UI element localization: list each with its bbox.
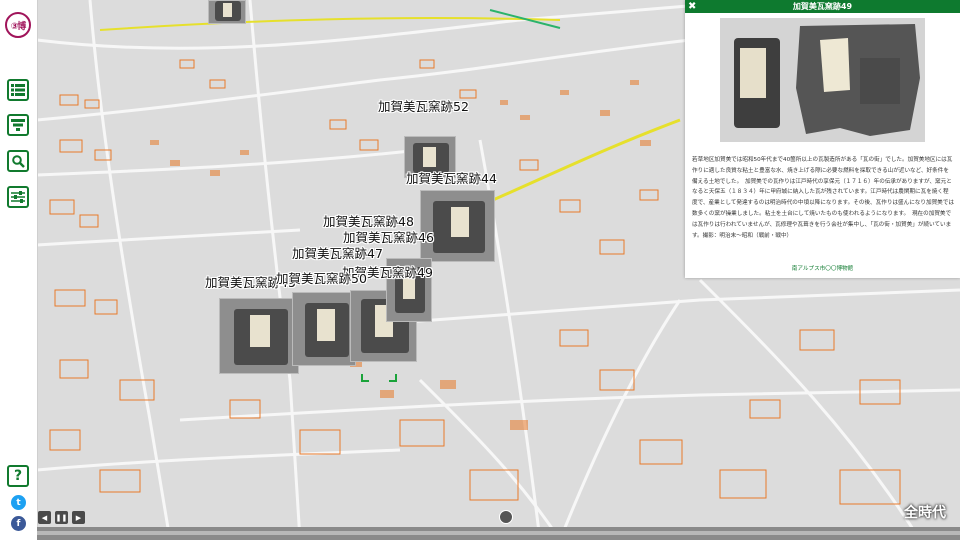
panel-credit[interactable]: 南アルプス市〇〇博物館 xyxy=(685,264,960,272)
help-button[interactable]: ? xyxy=(7,465,29,487)
help-icon: ? xyxy=(13,468,23,484)
roof-tile-photo xyxy=(720,18,925,142)
marker-thumbnail-50[interactable] xyxy=(292,292,356,366)
marker-thumbnail-45[interactable] xyxy=(219,298,299,374)
settings-button[interactable] xyxy=(7,186,29,208)
pause-icon: ❚❚ xyxy=(55,513,68,522)
prev-button[interactable]: ◀ xyxy=(38,511,51,524)
twitter-share-button[interactable]: t xyxy=(11,495,26,510)
panel-title: 加賀美瓦窯跡49 xyxy=(792,2,853,11)
facebook-share-button[interactable]: f xyxy=(11,516,26,531)
list-icon xyxy=(11,84,25,96)
facebook-icon: f xyxy=(16,518,21,529)
sliders-icon xyxy=(11,191,25,203)
twitter-icon: t xyxy=(16,497,21,508)
next-button[interactable]: ▶ xyxy=(72,511,85,524)
marker-thumbnail-top[interactable] xyxy=(208,0,246,24)
logo-text: ③博 xyxy=(10,21,27,32)
marker-label[interactable]: 加賀美瓦窯跡44 xyxy=(406,168,497,187)
marker-thumbnail-46[interactable] xyxy=(420,190,495,262)
panel-description: 若草地区加賀美では昭和50年代まで40箇所以上の瓦製造所がある「瓦の街」でした。… xyxy=(692,157,954,239)
list-button[interactable] xyxy=(7,79,29,101)
close-icon[interactable]: ✖ xyxy=(688,0,696,13)
pause-button[interactable]: ❚❚ xyxy=(55,511,68,524)
prev-icon: ◀ xyxy=(41,513,48,522)
info-panel: ✖ 加賀美瓦窯跡49 若草地区加賀美では昭和50年代まで40箇所以上の瓦製造所が… xyxy=(685,0,960,278)
filter-button[interactable] xyxy=(7,114,29,136)
marker-label[interactable]: 加賀美瓦窯跡52 xyxy=(378,96,469,115)
timeline-track[interactable] xyxy=(37,531,960,535)
next-icon: ▶ xyxy=(75,513,82,522)
filter-icon xyxy=(11,119,25,131)
left-toolbar: ③博 ? t f xyxy=(0,0,38,540)
search-icon xyxy=(11,154,25,168)
panel-header: ✖ 加賀美瓦窯跡49 xyxy=(685,0,960,13)
timeline-slider[interactable] xyxy=(37,527,960,540)
search-button[interactable] xyxy=(7,150,29,172)
panel-photo[interactable] xyxy=(720,18,925,142)
compass-icon[interactable] xyxy=(499,510,513,524)
marker-label[interactable]: 加賀美瓦窯跡50 xyxy=(276,268,367,287)
era-label: 全時代 xyxy=(904,505,946,521)
app-logo[interactable]: ③博 xyxy=(5,12,31,38)
marker-label[interactable]: 加賀美瓦窯跡47 xyxy=(292,243,383,262)
